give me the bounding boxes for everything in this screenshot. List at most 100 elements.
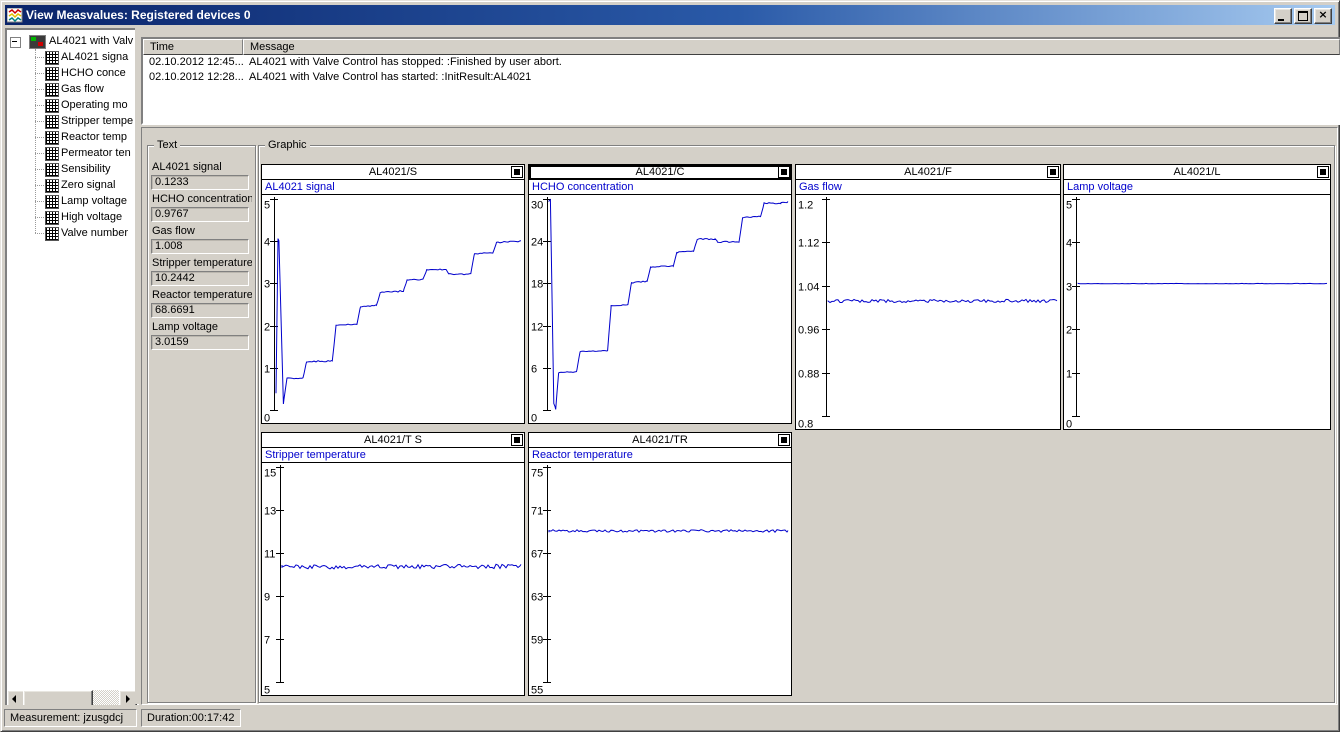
- tree-item-label: Zero signal: [61, 177, 115, 193]
- measvalue-grid-icon: [45, 211, 59, 225]
- tree-item-label: Sensibility: [61, 161, 111, 177]
- status-measurement: Measurement: jzusgdcj: [4, 709, 137, 727]
- measvalue-value-field: 0.1233: [151, 175, 249, 190]
- svg-text:0: 0: [531, 413, 537, 424]
- svg-text:1: 1: [1066, 369, 1072, 381]
- chart-plot-area: 151311975: [262, 463, 524, 695]
- black-square-icon: [514, 437, 520, 443]
- tree-branch-line: [35, 121, 44, 122]
- svg-text:30: 30: [531, 200, 543, 212]
- chart-canvas: 3024181260: [529, 195, 791, 423]
- tree-item[interactable]: Lamp voltage: [7, 193, 137, 209]
- measvalue-grid-icon: [45, 227, 59, 241]
- message-text-cell: AL4021 with Valve Control has started: :…: [243, 70, 1340, 85]
- status-bar: Measurement: jzusgdcj Duration:00:17:42: [3, 705, 1337, 729]
- tree-item[interactable]: Operating mo: [7, 97, 137, 113]
- tree-item[interactable]: Valve number: [7, 225, 137, 241]
- svg-text:67: 67: [531, 549, 543, 561]
- tree-item-label: Lamp voltage: [61, 193, 127, 209]
- device-tree: AL4021 with Valv AL4021 signaHCHO conceG…: [7, 30, 137, 690]
- tree-collapse-icon[interactable]: [10, 37, 21, 48]
- chart-series-label: Gas flow: [796, 180, 1060, 195]
- chart-maximize-button[interactable]: [1047, 166, 1059, 178]
- svg-text:18: 18: [531, 279, 543, 291]
- chart-maximize-button[interactable]: [778, 166, 790, 178]
- chart-series-label: AL4021 signal: [262, 180, 524, 195]
- tree-item[interactable]: Sensibility: [7, 161, 137, 177]
- message-row[interactable]: 02.10.2012 12:45...AL4021 with Valve Con…: [143, 55, 1340, 70]
- chart-maximize-button[interactable]: [778, 434, 790, 446]
- tree-item[interactable]: Permeator ten: [7, 145, 137, 161]
- tree-branch-line: [35, 73, 44, 74]
- svg-text:5: 5: [264, 200, 270, 212]
- chart-panel: AL4021/LLamp voltage543210: [1063, 164, 1331, 430]
- svg-text:5: 5: [1066, 200, 1072, 212]
- svg-text:0: 0: [264, 413, 270, 424]
- tree-item[interactable]: Reactor temp: [7, 129, 137, 145]
- chart-series-label: HCHO concentration: [529, 180, 791, 195]
- signal-line: [549, 530, 788, 533]
- svg-text:1: 1: [264, 364, 270, 376]
- chart-canvas: 543210: [262, 195, 524, 423]
- text-groupbox: Text AL4021 signal0.1233HCHO concentrati…: [147, 145, 256, 703]
- chart-maximize-button[interactable]: [1317, 166, 1329, 178]
- message-time-cell: 02.10.2012 12:45...: [143, 55, 243, 70]
- tree-item[interactable]: High voltage: [7, 209, 137, 225]
- column-header-message[interactable]: Message: [243, 39, 1340, 55]
- tree-item-label: High voltage: [61, 209, 122, 225]
- chart-canvas: 757167635955: [529, 463, 791, 695]
- chart-maximize-button[interactable]: [511, 166, 523, 178]
- measvalue-label: Lamp voltage: [148, 319, 252, 335]
- column-header-time[interactable]: Time: [143, 39, 243, 55]
- device-icon: [29, 35, 46, 49]
- chart-plot-area: 1.21.121.040.960.880.8: [796, 195, 1060, 429]
- measvalue-grid-icon: [45, 51, 59, 65]
- main-panel: Text AL4021 signal0.1233HCHO concentrati…: [141, 127, 1338, 705]
- measvalue-label: AL4021 signal: [148, 159, 252, 175]
- title-bar: View Measvalues: Registered devices 0 ×: [5, 5, 1335, 25]
- measvalue-grid-icon: [45, 147, 59, 161]
- status-duration: Duration:00:17:42: [141, 709, 241, 727]
- tree-item[interactable]: Zero signal: [7, 177, 137, 193]
- close-button[interactable]: ×: [1314, 8, 1332, 24]
- chart-panel: AL4021/SAL4021 signal543210: [261, 164, 525, 424]
- chart-series-label: Reactor temperature: [529, 448, 791, 463]
- chart-canvas: 543210: [1064, 195, 1330, 429]
- chart-title-bar[interactable]: AL4021/T S: [262, 433, 524, 448]
- chart-title-bar[interactable]: AL4021/S: [262, 165, 524, 180]
- measvalue-grid-icon: [45, 131, 59, 145]
- message-time-cell: 02.10.2012 12:28...: [143, 70, 243, 85]
- scrollbar-track[interactable]: [23, 690, 121, 706]
- chart-title-bar[interactable]: AL4021/F: [796, 165, 1060, 180]
- tree-branch-line: [35, 105, 44, 106]
- measvalue-grid-icon: [45, 67, 59, 81]
- svg-text:3: 3: [1066, 282, 1072, 294]
- black-square-icon: [1320, 169, 1326, 175]
- black-square-icon: [514, 169, 520, 175]
- tree-item-label: Operating mo: [61, 97, 128, 113]
- chart-title-bar[interactable]: AL4021/TR: [529, 433, 791, 448]
- chart-series-label: Stripper temperature: [262, 448, 524, 463]
- message-row[interactable]: 02.10.2012 12:28...AL4021 with Valve Con…: [143, 70, 1340, 85]
- chart-canvas: 151311975: [262, 463, 524, 695]
- chart-title-bar[interactable]: AL4021/C: [529, 165, 791, 180]
- svg-text:6: 6: [531, 364, 537, 376]
- maximize-button[interactable]: [1294, 8, 1312, 24]
- tree-item[interactable]: AL4021 signa: [7, 49, 137, 65]
- tree-item-label: Reactor temp: [61, 129, 127, 145]
- tree-item[interactable]: HCHO conce: [7, 65, 137, 81]
- tree-root-item[interactable]: AL4021 with Valv: [7, 33, 137, 49]
- tree-item[interactable]: Gas flow: [7, 81, 137, 97]
- svg-text:0: 0: [1066, 419, 1072, 430]
- app-icon: [7, 8, 23, 23]
- chart-title-bar[interactable]: AL4021/L: [1064, 165, 1330, 180]
- chart-plot-area: 543210: [1064, 195, 1330, 429]
- tree-item[interactable]: Stripper tempe: [7, 113, 137, 129]
- measvalue-value-field: 10.2442: [151, 271, 249, 286]
- application-window: View Measvalues: Registered devices 0 × …: [0, 0, 1340, 732]
- minimize-button[interactable]: [1274, 8, 1292, 24]
- svg-text:2: 2: [1066, 325, 1072, 337]
- chart-maximize-button[interactable]: [511, 434, 523, 446]
- svg-text:0.8: 0.8: [798, 419, 813, 430]
- measvalue-grid-icon: [45, 195, 59, 209]
